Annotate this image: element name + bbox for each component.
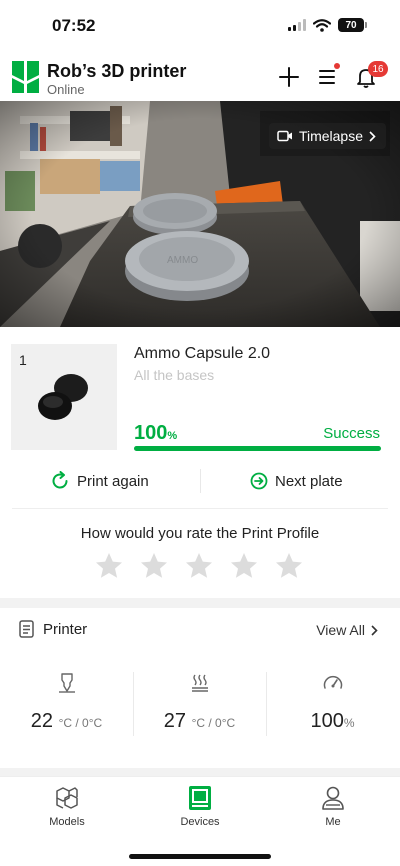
- reprint-icon: [52, 471, 68, 489]
- chevron-right-icon: [371, 624, 378, 636]
- tab-models[interactable]: Models: [27, 785, 107, 828]
- printer-header: Rob’s 3D printer Online 16: [0, 55, 400, 99]
- video-camera-icon: [277, 130, 292, 142]
- plate-thumbnail[interactable]: 1: [11, 344, 117, 450]
- rating-prompt: How would you rate the Print Profile: [80, 525, 320, 542]
- timelapse-button[interactable]: Timelapse: [268, 123, 386, 149]
- tab-models-label: Models: [49, 816, 85, 828]
- rating-star-icon[interactable]: [274, 551, 304, 581]
- printer-name[interactable]: Rob’s 3D printer: [47, 61, 186, 82]
- printer-online-status: Online: [47, 82, 85, 97]
- next-plate-label: Next plate: [275, 472, 343, 490]
- rating-star-icon[interactable]: [184, 551, 214, 581]
- plus-icon: [279, 67, 299, 87]
- bottom-tab-bar: Models Devices Me: [0, 776, 400, 866]
- battery-indicator: 70: [338, 18, 367, 32]
- rating-star-icon[interactable]: [94, 551, 124, 581]
- job-plate-name: All the bases: [134, 367, 215, 383]
- print-speed-value: 100%: [310, 710, 355, 732]
- task-list-button[interactable]: [316, 63, 340, 89]
- list-icon: [319, 70, 335, 84]
- camera-feed[interactable]: AMMO Timelapse: [0, 101, 400, 327]
- progress-bar: [134, 446, 381, 451]
- notifications-button[interactable]: 16: [354, 61, 388, 89]
- wifi-icon: [313, 18, 331, 32]
- status-bar: 07:52 70: [0, 0, 400, 52]
- printer-section-title: Printer: [43, 621, 88, 638]
- user-icon: [322, 786, 344, 810]
- status-icons: 70: [288, 18, 367, 32]
- action-divider: [200, 469, 201, 493]
- tab-devices-label: Devices: [180, 816, 220, 828]
- section-divider: [12, 508, 388, 509]
- rating-star-icon[interactable]: [229, 551, 259, 581]
- printer-document-icon: [19, 620, 34, 638]
- tab-me[interactable]: Me: [293, 785, 373, 828]
- timelapse-label: Timelapse: [298, 128, 363, 144]
- star-rating: [94, 551, 304, 581]
- nozzle-icon: [58, 673, 75, 693]
- section-gap: [0, 598, 400, 608]
- signal-icon: [288, 19, 306, 31]
- print-again-label: Print again: [77, 472, 149, 490]
- add-button[interactable]: [277, 65, 301, 89]
- job-title: Ammo Capsule 2.0: [134, 345, 271, 362]
- printer-stats: 22 °C / 0°C 27 °C / 0°C 100%: [0, 672, 400, 738]
- job-actions: Print again Next plate: [0, 464, 400, 498]
- arrow-right-circle-icon: [250, 472, 268, 490]
- chevron-right-icon: [369, 130, 376, 142]
- notification-count-badge: 16: [368, 61, 388, 77]
- section-gap: [0, 768, 400, 776]
- tab-me-label: Me: [325, 816, 341, 828]
- bambu-logo-icon: [12, 61, 39, 93]
- nozzle-temperature-stat[interactable]: 22 °C / 0°C: [0, 672, 133, 738]
- heatbed-icon: [191, 674, 208, 692]
- home-indicator: [129, 854, 271, 859]
- rating-star-icon[interactable]: [139, 551, 169, 581]
- bed-temperature-value: 27 °C / 0°C: [163, 710, 236, 732]
- nozzle-temperature-value: 22 °C / 0°C: [30, 710, 103, 732]
- tab-devices[interactable]: Devices: [160, 785, 240, 828]
- status-time: 07:52: [52, 16, 96, 35]
- view-all-link[interactable]: View All: [316, 622, 378, 638]
- speedometer-icon: [323, 675, 342, 689]
- progress-percentage: 100%: [134, 422, 178, 444]
- cubes-icon: [56, 787, 78, 809]
- printer-device-icon: [189, 786, 211, 810]
- unread-dot: [334, 63, 340, 69]
- print-again-button[interactable]: Print again: [50, 464, 149, 498]
- printer-section-header: Printer View All: [0, 612, 400, 646]
- model-preview-image: [38, 374, 88, 420]
- print-speed-stat[interactable]: 100%: [266, 672, 399, 738]
- bed-temperature-stat[interactable]: 27 °C / 0°C: [133, 672, 266, 738]
- view-all-label: View All: [316, 622, 365, 638]
- job-status: Success: [323, 425, 380, 442]
- progress-bar-fill: [134, 446, 381, 451]
- next-plate-button[interactable]: Next plate: [250, 464, 343, 498]
